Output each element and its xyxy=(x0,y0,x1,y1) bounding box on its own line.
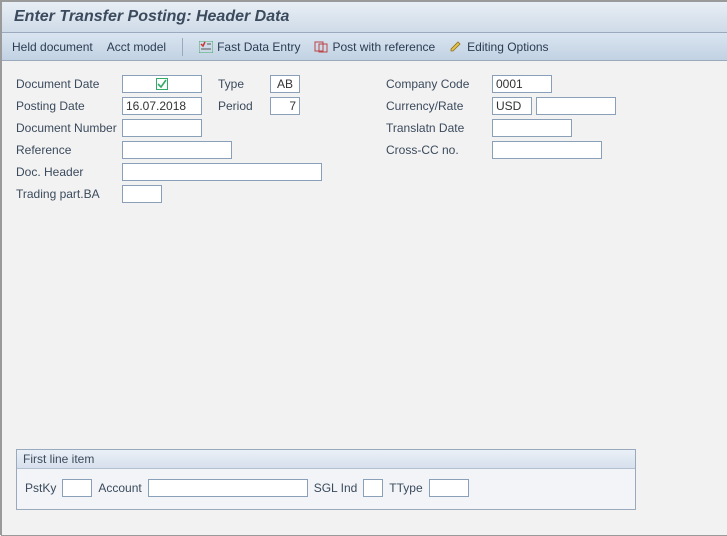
document-date-field[interactable] xyxy=(122,75,202,93)
left-column: Document Date Type Posting xyxy=(16,73,356,205)
currency-field[interactable] xyxy=(492,97,532,115)
cross-cc-no-field[interactable] xyxy=(492,141,602,159)
toolbar: Held document Acct model Fast Data Entry… xyxy=(2,33,727,61)
reference-label: Reference xyxy=(16,143,122,157)
first-line-item-group: First line item PstKy Account SGL Ind TT… xyxy=(16,449,636,510)
toolbar-label: Held document xyxy=(12,40,93,54)
currency-rate-label: Currency/Rate xyxy=(386,99,492,113)
document-number-label: Document Number xyxy=(16,121,122,135)
cross-cc-no-label: Cross-CC no. xyxy=(386,143,492,157)
account-label: Account xyxy=(98,481,141,495)
document-date-label: Document Date xyxy=(16,77,122,91)
type-label: Type xyxy=(218,77,260,91)
ttype-label: TType xyxy=(389,481,422,495)
ttype-field[interactable] xyxy=(429,479,469,497)
period-label: Period xyxy=(218,99,260,113)
posting-date-field[interactable] xyxy=(122,97,202,115)
rate-field[interactable] xyxy=(536,97,616,115)
translatn-date-field[interactable] xyxy=(492,119,572,137)
pstky-field[interactable] xyxy=(62,479,92,497)
doc-header-label: Doc. Header xyxy=(16,165,122,179)
posting-date-label: Posting Date xyxy=(16,99,122,113)
trading-part-ba-field[interactable] xyxy=(122,185,162,203)
toolbar-label: Editing Options xyxy=(467,40,548,54)
sgl-ind-field[interactable] xyxy=(363,479,383,497)
company-code-label: Company Code xyxy=(386,77,492,91)
trading-part-ba-label: Trading part.BA xyxy=(16,187,122,201)
fast-data-entry-button[interactable]: Fast Data Entry xyxy=(199,40,300,54)
account-field[interactable] xyxy=(148,479,308,497)
title-bar: Enter Transfer Posting: Header Data xyxy=(2,2,727,33)
toolbar-label: Fast Data Entry xyxy=(217,40,300,54)
doc-header-field[interactable] xyxy=(122,163,322,181)
page-title: Enter Transfer Posting: Header Data xyxy=(14,8,715,26)
toolbar-separator xyxy=(182,38,183,56)
checklist-icon xyxy=(199,41,213,53)
copy-icon xyxy=(314,41,328,53)
right-column: Company Code Currency/Rate Translatn Dat… xyxy=(386,73,696,205)
document-number-field[interactable] xyxy=(122,119,202,137)
pencil-icon xyxy=(449,41,463,53)
content-area: Document Date Type Posting xyxy=(2,61,727,536)
acct-model-button[interactable]: Acct model xyxy=(107,40,166,54)
held-document-button[interactable]: Held document xyxy=(12,40,93,54)
first-line-item-legend: First line item xyxy=(17,450,635,469)
type-field[interactable] xyxy=(270,75,300,93)
period-field[interactable] xyxy=(270,97,300,115)
reference-field[interactable] xyxy=(122,141,232,159)
pstky-label: PstKy xyxy=(25,481,56,495)
sgl-ind-label: SGL Ind xyxy=(314,481,358,495)
translatn-date-label: Translatn Date xyxy=(386,121,492,135)
toolbar-label: Post with reference xyxy=(332,40,435,54)
editing-options-button[interactable]: Editing Options xyxy=(449,40,548,54)
post-with-reference-button[interactable]: Post with reference xyxy=(314,40,435,54)
search-help-icon xyxy=(156,78,168,90)
company-code-field[interactable] xyxy=(492,75,552,93)
toolbar-label: Acct model xyxy=(107,40,166,54)
